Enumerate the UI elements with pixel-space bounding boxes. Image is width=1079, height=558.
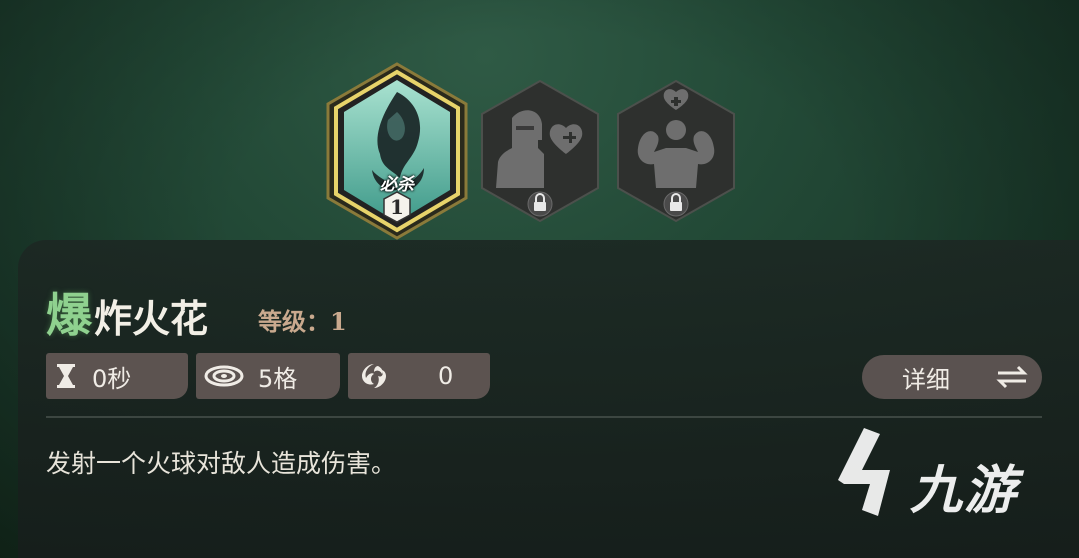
skill-description: 发射一个火球对敌人造成伤害。 xyxy=(46,449,397,478)
stat-range: 5格 xyxy=(196,353,340,399)
skill-level-text: 等级：1 xyxy=(258,307,347,336)
stat-range-value: 5格 xyxy=(258,364,298,393)
skill-slot-locked-1[interactable] xyxy=(478,78,602,224)
hex-frame-locked xyxy=(481,79,599,223)
watermark-text: 九游 xyxy=(910,461,1019,521)
stat-cooldown-value: 0秒 xyxy=(92,364,132,393)
range-icon xyxy=(196,365,252,387)
detail-button[interactable]: 详细 xyxy=(862,355,1042,399)
detail-button-label: 详细 xyxy=(902,365,950,394)
energy-swirl-icon xyxy=(354,362,394,390)
panel-divider xyxy=(46,416,1042,418)
swap-arrows-icon xyxy=(994,365,1030,395)
hex-frame-locked xyxy=(617,79,735,223)
skill-name-first-char: 爆 xyxy=(46,288,92,342)
stat-cost-value: 0 xyxy=(438,362,454,390)
stat-cost: 0 xyxy=(348,353,490,399)
stat-cooldown: 0秒 xyxy=(46,353,188,399)
hourglass-icon xyxy=(46,363,86,389)
skill-slot-locked-2[interactable] xyxy=(614,78,738,224)
skill-level-badge: 1 xyxy=(390,195,404,219)
skill-name: 爆 炸火花 xyxy=(46,268,208,338)
skill-name-rest: 炸火花 xyxy=(94,296,209,341)
skill-slot-main[interactable]: 必杀 1 xyxy=(322,60,472,242)
